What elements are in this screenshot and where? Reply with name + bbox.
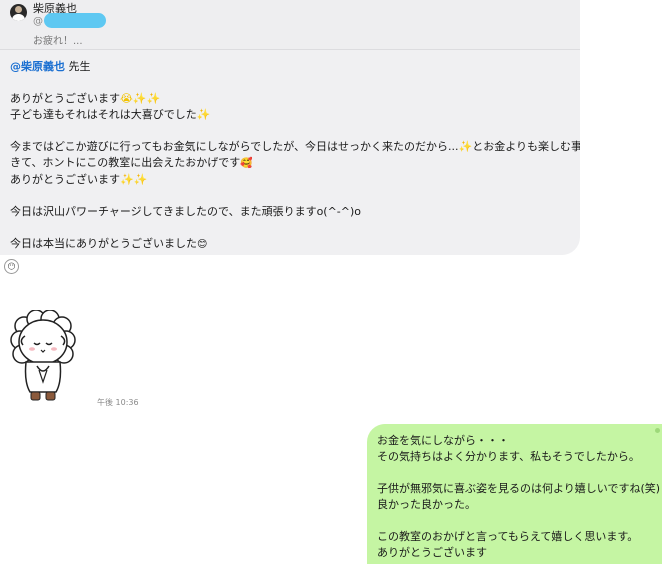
message-line: ありがとうございます [10,173,120,186]
message-line: きて、ホントにこの教室に出会えたおかげです [10,156,241,169]
message-timestamp: 午後 10:36 [97,398,139,407]
outgoing-message-bubble[interactable]: お金を気にしながら・・・ その気持ちはよく分かります、私もそうでしたから。 子供… [367,424,662,564]
crying-sparkle-emoji: 😭✨✨ [120,92,161,105]
incoming-message-text: @柴原義也 先生 ありがとうございます😭✨✨ 子ども達もそれはそれは大喜びでした… [10,59,580,253]
sparkle-emoji: ✨ [196,108,211,121]
sparkle-emoji: ✨✨ [120,173,148,186]
mention-suffix: 先生 [65,60,91,73]
message-line: 今日は沢山パワーチャージしてきましたので、また頑張りますo(^-^)o [10,205,362,218]
quoted-snippet: お疲れ！... [33,36,83,47]
message-line: この教室のおかげと言ってもらえて嬉しく思います。 [377,530,639,543]
message-line: 良かった良かった。 [377,498,476,511]
sparkle-emoji: ✨ [458,140,473,153]
quoted-sender-avatar [10,4,27,21]
sheep-bowing-sticker [10,310,76,401]
redacted-handle [44,13,106,28]
quoted-handle-at: @ [33,16,43,27]
message-line: ありがとうございます [10,92,120,105]
message-line: 今日は本当にありがとうございました [10,237,197,250]
smiley-icon[interactable]: 😶 [4,259,19,274]
smiling-emoji: 😊 [197,239,208,250]
quoted-reply[interactable]: 柴原義也 @ お疲れ！... [0,0,580,50]
mention-link[interactable]: @柴原義也 [10,60,65,73]
message-line: その気持ちはよく分かります、私もそうでしたから。 [377,450,640,463]
message-line: 子供が無邪気に喜ぶ姿を見るのは何より嬉しいですね(笑) [377,482,661,495]
incoming-message-bubble[interactable]: 柴原義也 @ お疲れ！... @柴原義也 先生 ありがとうございます😭✨✨ 子ど… [0,0,580,255]
outgoing-message-text: お金を気にしながら・・・ その気持ちはよく分かります、私もそうでしたから。 子供… [377,433,661,561]
message-line: お金を気にしながら・・・ [377,434,509,447]
message-line: 今まではどこか遊びに行ってもお金気にしながらでしたが、今日はせっかく来たのだから… [10,140,459,153]
message-line: 子ども達もそれはそれは大喜びでした [10,108,197,121]
smiling-hearts-emoji: 🥰 [240,158,253,169]
message-line: ありがとうございます [377,546,487,559]
message-line: とお金よりも楽しむ事を優先で [472,140,580,153]
